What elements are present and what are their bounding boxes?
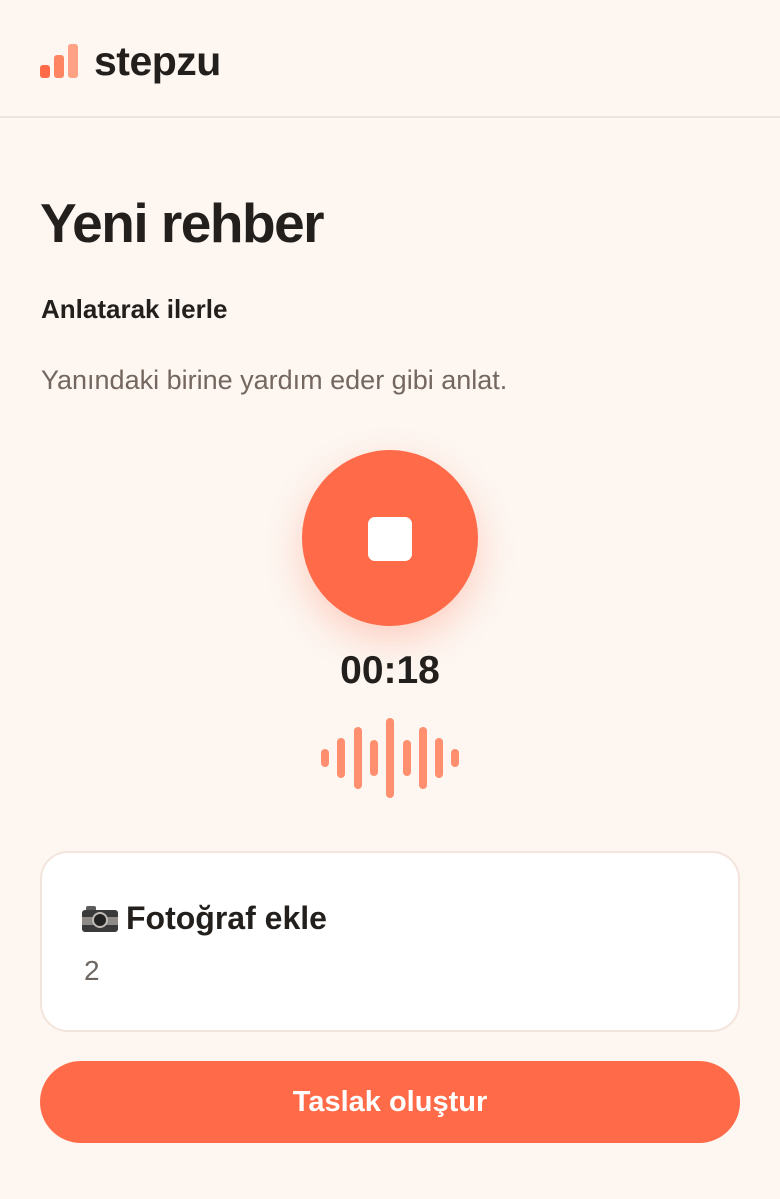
stop-recording-button[interactable] [302,450,478,626]
add-photo-card[interactable]: Fotoğraf ekle 2 [40,851,740,1032]
recording-timer: 00:18 [340,649,440,692]
photo-count: 2 [84,955,100,986]
recording-instruction: Yanındaki birine yardım eder gibi anlat. [41,365,508,395]
waveform-bar [354,727,362,789]
add-photo-label: Fotoğraf ekle [126,900,327,936]
waveform-bar [435,738,443,778]
create-draft-button[interactable]: Taslak oluştur [40,1061,740,1143]
page-title: Yeni rehber [40,192,325,254]
waveform-bar [386,718,394,798]
waveform-bar [370,740,378,776]
app-header: stepzu [0,0,780,118]
waveform-bar [451,749,459,767]
recording-section-title: Anlatarak ilerle [41,294,228,324]
app-logo-text: stepzu [94,38,221,84]
waveform-bar [403,740,411,776]
camera-icon [82,905,118,932]
logo-bars-icon [40,44,80,78]
stop-icon [368,517,412,561]
waveform-bar [419,727,427,789]
waveform-bar [337,738,345,778]
audio-waveform [321,718,461,798]
waveform-bar [321,749,329,767]
